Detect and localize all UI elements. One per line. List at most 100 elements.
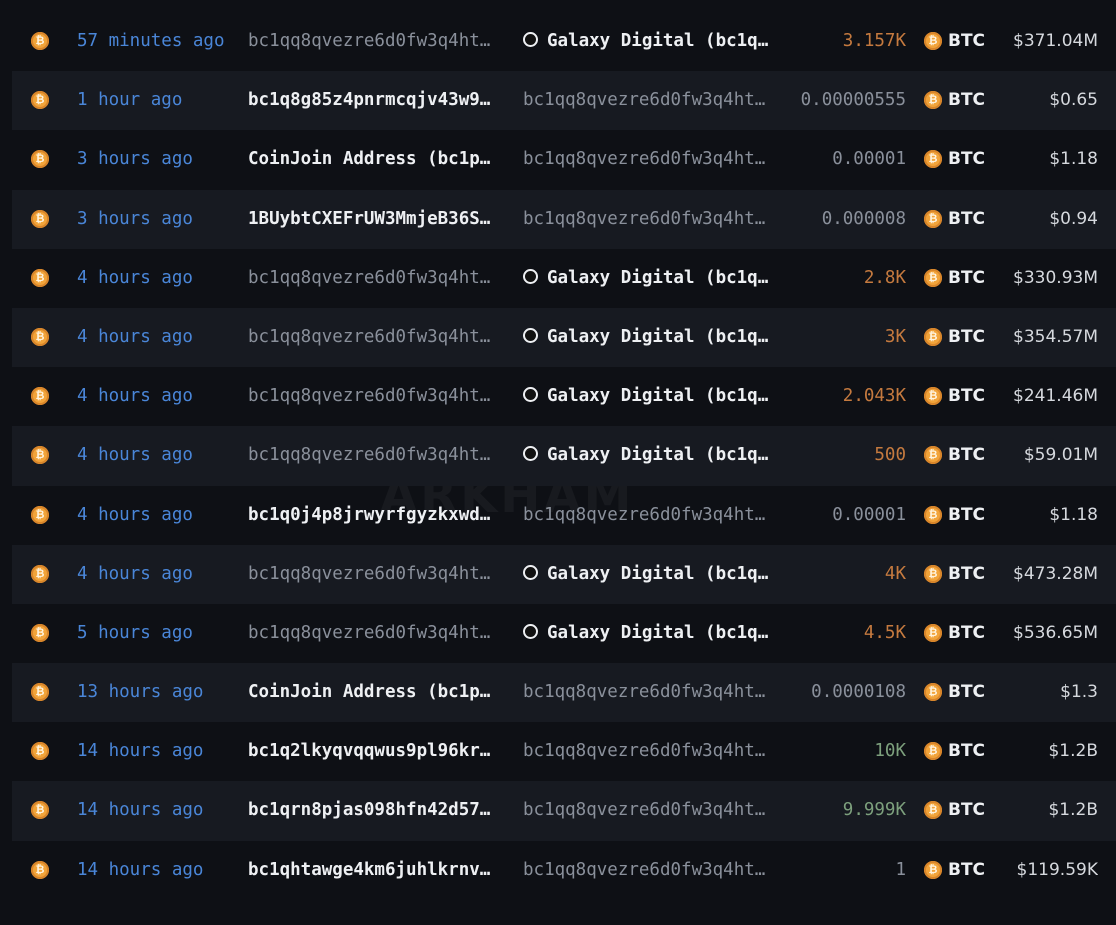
tx-time-link[interactable]: 14 hours ago [77, 722, 237, 781]
to-entity[interactable]: Galaxy Digital (bc1q… [523, 308, 778, 367]
to-entity-label: Galaxy Digital (bc1q… [547, 326, 769, 347]
token-symbol[interactable]: BTC [948, 12, 1008, 71]
btc-token-icon: ₿ [924, 446, 942, 465]
token-symbol[interactable]: BTC [948, 426, 1008, 485]
token-symbol[interactable]: BTC [948, 71, 1008, 130]
to-entity[interactable]: Galaxy Digital (bc1q… [523, 249, 778, 308]
table-row[interactable]: ₿ 14 hours ago bc1qhtawge4km6juhlkrnv… bc1q… [12, 841, 1116, 900]
btc-token-icon: ₿ [924, 683, 942, 702]
from-address[interactable]: bc1qhtawge4km6juhlkrnv… [248, 841, 500, 900]
tx-time-link[interactable]: 14 hours ago [77, 841, 237, 900]
token-symbol[interactable]: BTC [948, 486, 1008, 545]
token-symbol[interactable]: BTC [948, 190, 1008, 249]
from-address[interactable]: bc1qq8qvezre6d0fw3q4ht… [248, 12, 500, 71]
token-symbol[interactable]: BTC [948, 545, 1008, 604]
to-address[interactable]: bc1qq8qvezre6d0fw3q4ht… [523, 722, 778, 781]
token-symbol[interactable]: BTC [948, 367, 1008, 426]
tx-time-link[interactable]: 13 hours ago [77, 663, 237, 722]
table-row[interactable]: ₿ 4 hours ago bc1qq8qvezre6d0fw3q4ht… Galax… [12, 307, 1116, 368]
to-address[interactable]: bc1qq8qvezre6d0fw3q4ht… [523, 130, 778, 189]
btc-token-icon: ₿ [924, 327, 942, 346]
tx-time-link[interactable]: 4 hours ago [77, 308, 237, 367]
bitcoin-chain-icon: ₿ [31, 91, 49, 110]
table-row[interactable]: ₿ 4 hours ago bc1qq8qvezre6d0fw3q4ht… Galax… [12, 367, 1116, 426]
bitcoin-chain-icon: ₿ [31, 32, 49, 50]
tx-time-link[interactable]: 4 hours ago [77, 486, 237, 545]
from-address[interactable]: bc1qq8qvezre6d0fw3q4ht… [248, 545, 500, 604]
from-address[interactable]: bc1qq8qvezre6d0fw3q4ht… [248, 308, 500, 367]
table-row[interactable]: ₿ 3 hours ago CoinJoin Address (bc1p… bc1qq… [12, 130, 1116, 189]
btc-token-icon: ₿ [924, 742, 942, 761]
table-row[interactable]: ₿ 4 hours ago bc1q0j4p8jrwyrfgyzkxwd… bc1qq… [12, 486, 1116, 545]
table-row[interactable]: ₿ 1 hour ago bc1q8g85z4pnrmcqjv43w9… bc1qq8… [12, 71, 1116, 131]
tx-time-link[interactable]: 14 hours ago [77, 781, 237, 840]
from-address[interactable]: bc1q0j4p8jrwyrfgyzkxwd… [248, 486, 500, 545]
token-symbol[interactable]: BTC [948, 841, 1008, 900]
bitcoin-chain-icon: ₿ [31, 446, 49, 465]
to-address[interactable]: bc1qq8qvezre6d0fw3q4ht… [523, 663, 778, 722]
tx-time-link[interactable]: 4 hours ago [77, 249, 237, 308]
from-address[interactable]: bc1qrn8pjas098hfn42d57… [248, 781, 500, 840]
usd-value: $354.57M [1013, 326, 1098, 347]
btc-token-icon: ₿ [924, 505, 942, 524]
table-row[interactable]: ₿ 4 hours ago bc1qq8qvezre6d0fw3q4ht… Galax… [12, 249, 1116, 308]
usd-value: $1.18 [1049, 504, 1098, 525]
bitcoin-chain-icon: ₿ [31, 387, 49, 406]
usd-value: $241.46M [1013, 386, 1098, 407]
usd-value: $330.93M [1013, 267, 1098, 288]
table-row[interactable]: ₿ 5 hours ago bc1qq8qvezre6d0fw3q4ht… Galax… [12, 604, 1116, 663]
token-symbol[interactable]: BTC [948, 249, 1008, 308]
tx-time-link[interactable]: 4 hours ago [77, 426, 237, 485]
table-row[interactable]: ₿ 3 hours ago 1BUybtCXEFrUW3MmjeB36S… bc1qq… [12, 189, 1116, 249]
tx-time-link[interactable]: 3 hours ago [77, 130, 237, 189]
to-address[interactable]: bc1qq8qvezre6d0fw3q4ht… [523, 71, 778, 130]
to-entity[interactable]: Galaxy Digital (bc1q… [523, 12, 778, 71]
to-address[interactable]: bc1qq8qvezre6d0fw3q4ht… [523, 841, 778, 900]
to-entity[interactable]: Galaxy Digital (bc1q… [523, 604, 778, 663]
usd-value: $536.65M [1013, 622, 1098, 643]
table-row[interactable]: ₿ 14 hours ago bc1q2lkyqvqqwus9pl96kr… bc1q… [12, 722, 1116, 781]
table-row[interactable]: ₿ 4 hours ago bc1qq8qvezre6d0fw3q4ht… Galax… [12, 544, 1116, 604]
tx-time-link[interactable]: 3 hours ago [77, 190, 237, 249]
token-symbol[interactable]: BTC [948, 308, 1008, 367]
to-entity[interactable]: Galaxy Digital (bc1q… [523, 367, 778, 426]
bitcoin-chain-icon: ₿ [31, 150, 49, 169]
entity-icon [523, 623, 538, 639]
tx-amount: 4K [884, 563, 906, 584]
from-address[interactable]: bc1qq8qvezre6d0fw3q4ht… [248, 604, 500, 663]
to-entity[interactable]: Galaxy Digital (bc1q… [523, 426, 778, 485]
tx-time-link[interactable]: 4 hours ago [77, 545, 237, 604]
tx-amount: 3K [884, 326, 906, 347]
bitcoin-chain-icon: ₿ [31, 505, 49, 524]
to-address[interactable]: bc1qq8qvezre6d0fw3q4ht… [523, 190, 778, 249]
token-symbol[interactable]: BTC [948, 604, 1008, 663]
tx-time-link[interactable]: 5 hours ago [77, 604, 237, 663]
from-address[interactable]: bc1q8g85z4pnrmcqjv43w9… [248, 71, 500, 130]
tx-time-link[interactable]: 4 hours ago [77, 367, 237, 426]
btc-token-icon: ₿ [924, 623, 942, 642]
tx-time-link[interactable]: 1 hour ago [77, 71, 237, 130]
token-symbol[interactable]: BTC [948, 722, 1008, 781]
from-address[interactable]: CoinJoin Address (bc1p… [248, 130, 500, 189]
usd-value: $59.01M [1023, 445, 1098, 466]
usd-value: $1.3 [1060, 682, 1098, 703]
to-address[interactable]: bc1qq8qvezre6d0fw3q4ht… [523, 781, 778, 840]
tx-time-link[interactable]: 57 minutes ago [77, 12, 237, 71]
table-row[interactable]: ₿ 57 minutes ago bc1qq8qvezre6d0fw3q4ht… Ga… [12, 12, 1116, 71]
table-row[interactable]: ₿ 14 hours ago bc1qrn8pjas098hfn42d57… bc1q… [12, 781, 1116, 841]
table-row[interactable]: ₿ 13 hours ago CoinJoin Address (bc1p… bc1q… [12, 663, 1116, 723]
table-row[interactable]: ₿ 4 hours ago bc1qq8qvezre6d0fw3q4ht… Galax… [12, 426, 1116, 486]
from-address[interactable]: bc1qq8qvezre6d0fw3q4ht… [248, 426, 500, 485]
tx-amount: 0.00000555 [800, 90, 906, 111]
from-address[interactable]: bc1qq8qvezre6d0fw3q4ht… [248, 367, 500, 426]
token-symbol[interactable]: BTC [948, 663, 1008, 722]
to-entity[interactable]: Galaxy Digital (bc1q… [523, 545, 778, 604]
token-symbol[interactable]: BTC [948, 130, 1008, 189]
from-address[interactable]: CoinJoin Address (bc1p… [248, 663, 500, 722]
to-address[interactable]: bc1qq8qvezre6d0fw3q4ht… [523, 486, 778, 545]
token-symbol[interactable]: BTC [948, 781, 1008, 840]
from-address[interactable]: 1BUybtCXEFrUW3MmjeB36S… [248, 190, 500, 249]
from-address[interactable]: bc1qq8qvezre6d0fw3q4ht… [248, 249, 500, 308]
from-address[interactable]: bc1q2lkyqvqqwus9pl96kr… [248, 722, 500, 781]
bitcoin-chain-icon: ₿ [31, 742, 49, 761]
